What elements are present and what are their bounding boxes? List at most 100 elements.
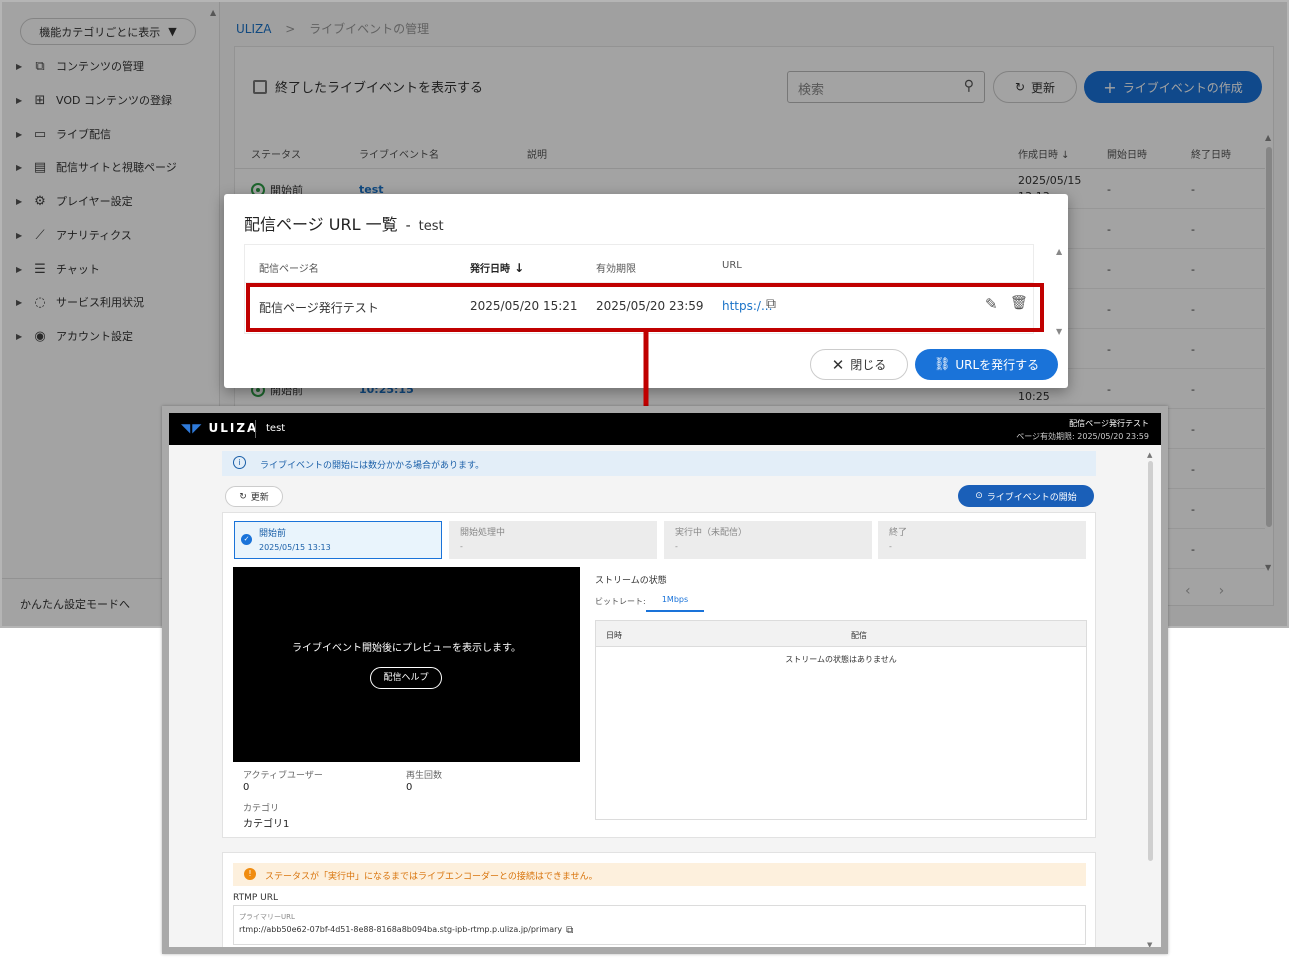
primary-url-value[interactable]: rtmp://abb50e62-07bf-4d51-8e88-8168a8b09… (239, 925, 562, 936)
chevron-right-icon: ▶ (16, 230, 23, 240)
step-label: 実行中（未配信） (675, 528, 748, 538)
encoder-settings-panel: ! ステータスが「実行中」になるまではライブエンコーダーとの接続はできません。 … (222, 852, 1096, 947)
start-cell: - (1107, 263, 1111, 276)
refresh-button[interactable]: ↻ 更新 (993, 71, 1077, 103)
col-name[interactable]: ライブイベント名 (359, 146, 439, 161)
scroll-up-icon[interactable]: ▲ (1056, 212, 1062, 292)
issued-cell: 2025/05/20 15:21 (470, 299, 578, 313)
copy-icon[interactable]: ⧉ (566, 925, 573, 936)
scroll-down-icon[interactable]: ▼ (1147, 941, 1152, 947)
sidebar-item-vod[interactable]: ▶ ⊞ VOD コンテンツの登録 (16, 90, 172, 110)
show-finished-checkbox[interactable]: 終了したライブイベントを表示する (253, 77, 483, 96)
sidebar-item-label: ライブ配信 (56, 128, 111, 141)
stream-status-table: 日時 配信 ストリームの状態はありません (595, 620, 1087, 820)
col-issued[interactable]: 発行日時 ↓ (470, 260, 524, 275)
help-button[interactable]: 配信ヘルプ (370, 667, 442, 689)
refresh-label: 更新 (250, 493, 269, 503)
breadcrumb-root[interactable]: ULIZA (236, 22, 271, 36)
scroll-thumb[interactable] (1148, 461, 1153, 861)
chevron-right-icon: ▶ (16, 162, 23, 172)
primary-url-label: プライマリーURL (239, 913, 295, 921)
sidebar-item-account[interactable]: ▶ ◉ アカウント設定 (16, 326, 133, 346)
sidebar-item-live[interactable]: ▶ ▭ ライブ配信 (16, 124, 111, 144)
sidebar-item-label: アカウント設定 (56, 330, 133, 343)
step-running: 実行中（未配信） - (664, 521, 872, 559)
sidebar-item-usage[interactable]: ▶ ◌ サービス利用状況 (16, 292, 144, 312)
refresh-icon: ↻ (239, 491, 247, 502)
end-cell: - (1191, 543, 1195, 556)
sidebar-item-chat[interactable]: ▶ ☰ チャット (16, 259, 100, 279)
page-name: 配信ページ発行テスト (1069, 419, 1149, 428)
chevron-right-icon: ▶ (16, 129, 23, 139)
close-button[interactable]: ✕ 閉じる (810, 349, 908, 380)
step-date: - (460, 542, 463, 551)
start-cell: - (1107, 183, 1111, 196)
stream-empty-message: ストリームの状態はありません (785, 655, 897, 664)
play-circle-icon: ⊙ (975, 491, 983, 501)
breadcrumb: ULIZA > ライブイベントの管理 (236, 20, 429, 37)
refresh-button[interactable]: ↻ 更新 (225, 486, 283, 507)
col-status[interactable]: ステータス (251, 146, 301, 161)
delivery-page-header: ◥◤ ULIZA test 配信ページ発行テスト ページ有効期限: 2025/0… (169, 413, 1161, 445)
account-icon: ◉ (34, 328, 46, 344)
col-description[interactable]: 説明 (527, 146, 547, 161)
plays-label: 再生回数 (406, 771, 443, 781)
start-event-label: ライブイベントの開始 (986, 492, 1077, 503)
step-date: - (675, 542, 678, 551)
sidebar-item-label: VOD コンテンツの登録 (56, 94, 172, 107)
prev-page-icon[interactable]: ‹ (1185, 583, 1219, 599)
close-label: 閉じる (850, 358, 887, 372)
warning-icon: ! (244, 868, 256, 880)
url-link[interactable]: https:/... (722, 299, 772, 313)
table-header: ステータス ライブイベント名 説明 作成日時 ↓ 開始日時 終了日時 (235, 133, 1265, 169)
chevron-right-icon: ▶ (16, 61, 23, 71)
sidebar-item-label: アナリティクス (56, 229, 132, 242)
col-end[interactable]: 終了日時 (1191, 146, 1231, 161)
breadcrumb-current: ライブイベントの管理 (309, 22, 430, 36)
scroll-up-icon[interactable]: ▲ (1147, 451, 1152, 459)
preview-message: ライブイベント開始後にプレビューを表示します。 (292, 643, 521, 654)
checkbox-icon (253, 79, 267, 94)
add-box-icon: ⊞ (34, 92, 46, 108)
next-page-icon[interactable]: › (1219, 583, 1253, 599)
step-date: 2025/05/15 13:13 (259, 543, 331, 552)
category-select[interactable]: 機能カテゴリごとに表示 ▼ (20, 18, 196, 45)
col-url[interactable]: URL (722, 260, 742, 271)
event-status-panel: ✓ 開始前 2025/05/15 13:13 開始処理中 - 実行中（未配信） … (222, 512, 1096, 838)
scroll-down-icon[interactable]: ▼ (1265, 563, 1271, 572)
step-finished: 終了 - (878, 521, 1086, 559)
scroll-thumb[interactable] (1266, 147, 1272, 527)
category-label: カテゴリ (243, 804, 280, 814)
expiry-cell: 2025/05/20 23:59 (596, 299, 704, 313)
end-cell: - (1191, 383, 1195, 396)
create-event-button[interactable]: + ライブイベントの作成 (1084, 71, 1262, 103)
col-page-name[interactable]: 配信ページ名 (259, 260, 319, 275)
sidebar-item-content[interactable]: ▶ ⧉ コンテンツの管理 (16, 56, 144, 76)
show-finished-label: 終了したライブイベントを表示する (275, 81, 484, 96)
header-page-info: 配信ページ発行テスト ページ有効期限: 2025/05/20 23:59 (1016, 417, 1149, 443)
scroll-up-icon[interactable]: ▲ (210, 8, 216, 17)
col-start[interactable]: 開始日時 (1107, 146, 1147, 161)
scroll-up-icon[interactable]: ▲ (1265, 133, 1271, 142)
delete-icon[interactable]: 🗑 (1010, 295, 1028, 311)
search-input[interactable]: 検索 ⚲ (787, 71, 985, 103)
active-users-label: アクティブユーザー (243, 771, 323, 781)
page-scrollbar[interactable]: ▲ ▼ (1147, 451, 1155, 947)
sidebar-item-player[interactable]: ▶ ⚙ プレイヤー設定 (16, 191, 133, 211)
sort-down-icon: ↓ (510, 261, 525, 275)
uliza-logo: ◥◤ ULIZA (181, 421, 258, 435)
end-cell: - (1191, 223, 1195, 236)
tab-bitrate[interactable]: 1Mbps (646, 590, 704, 612)
sidebar-item-analytics[interactable]: ▶ ⟋ アナリティクス (16, 225, 132, 245)
col-expiry[interactable]: 有効期限 (596, 260, 636, 275)
edit-icon[interactable]: ✎ (985, 295, 998, 313)
sidebar-item-sites[interactable]: ▶ ▤ 配信サイトと視聴ページ (16, 157, 177, 177)
start-event-button[interactable]: ⊙ ライブイベントの開始 (958, 485, 1094, 507)
col-created[interactable]: 作成日時 ↓ (1018, 146, 1070, 161)
web-icon: ▤ (33, 159, 47, 175)
chevron-right-icon: ▶ (16, 264, 23, 274)
copy-icon[interactable]: ⧉ (766, 296, 776, 312)
step-before-start: ✓ 開始前 2025/05/15 13:13 (234, 521, 442, 559)
table-scrollbar[interactable]: ▲ ▼ (1265, 133, 1273, 573)
issue-url-button[interactable]: ⛓ URLを発行する (915, 349, 1058, 380)
